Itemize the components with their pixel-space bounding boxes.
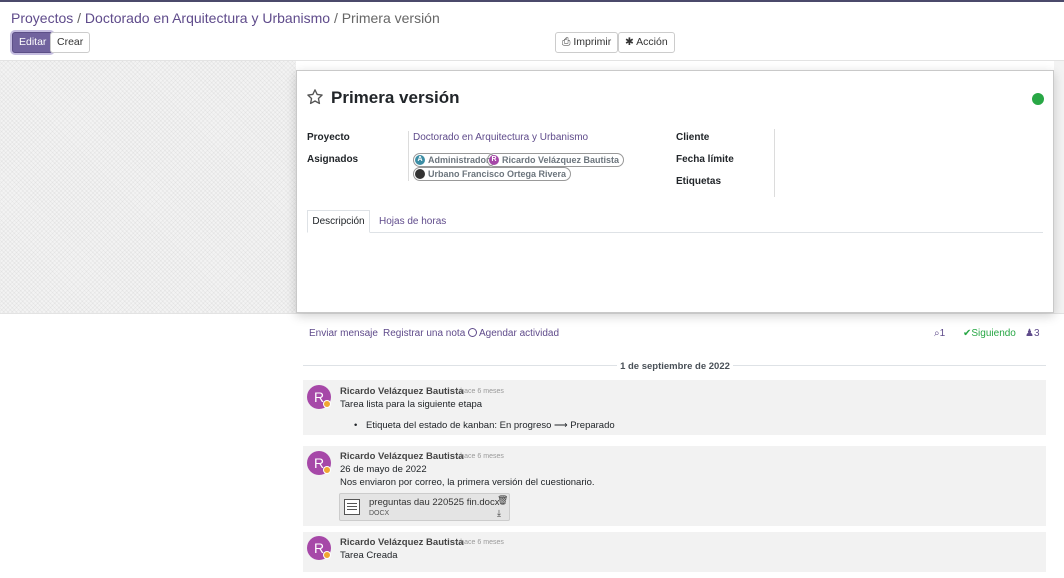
clock-icon <box>468 328 477 337</box>
field-separator <box>774 129 775 197</box>
message-line: Nos enviaron por correo, la primera vers… <box>340 477 595 488</box>
message: R Ricardo Velázquez Bautista - hace 6 me… <box>303 532 1046 572</box>
tracking-value: Etiqueta del estado de kanban: En progre… <box>366 420 615 431</box>
message-line: 26 de mayo de 2022 <box>340 464 427 475</box>
following-button[interactable]: ✔Siguiendo <box>963 328 1016 339</box>
create-button[interactable]: Crear <box>50 32 91 53</box>
breadcrumb-projects[interactable]: Proyectos <box>11 10 73 26</box>
followers-count: 3 <box>1033 328 1040 339</box>
message-date: - hace 6 meses <box>456 388 504 395</box>
tab-timesheets[interactable]: Hojas de horas <box>379 216 446 227</box>
print-label: Imprimir <box>573 36 612 48</box>
action-label: Acción <box>636 36 668 48</box>
assignee-name: Administrador <box>428 154 490 165</box>
message-author[interactable]: Ricardo Velázquez Bautista <box>340 386 464 397</box>
date-separator: 1 de septiembre de 2022 <box>617 361 733 372</box>
trash-icon[interactable]: 🗑 <box>497 495 508 506</box>
control-panel: Proyectos / Doctorado en Arquitectura y … <box>0 2 1064 61</box>
presence-indicator <box>323 551 331 559</box>
star-icon[interactable] <box>306 88 324 106</box>
message-body: Tarea Creada <box>340 550 398 561</box>
form-background <box>0 61 296 313</box>
tags-label: Etiquetas <box>676 176 722 187</box>
download-icon[interactable]: ⤓ <box>497 508 501 519</box>
assignee-tag[interactable]: Urbano Francisco Ortega Rivera <box>413 167 572 181</box>
avatar: R <box>489 155 499 165</box>
avatar: A <box>415 155 425 165</box>
breadcrumb: Proyectos / Doctorado en Arquitectura y … <box>11 10 440 26</box>
message-body: Tarea lista para la siguiente etapa <box>340 399 483 410</box>
breadcrumb-separator: / <box>77 10 82 26</box>
form-sheet: Primera versión Proyecto Doctorado en Ar… <box>296 70 1054 313</box>
project-label: Proyecto <box>307 132 350 143</box>
tracking-bullet: • <box>354 420 358 431</box>
kanban-state-indicator[interactable] <box>1032 93 1044 105</box>
tabs-underline <box>307 232 1043 233</box>
message: R Ricardo Velázquez Bautista - hace 6 me… <box>303 380 1046 435</box>
assignee-tag[interactable]: A Administrador <box>413 153 495 167</box>
schedule-activity-button[interactable]: Agendar actividad <box>468 328 559 339</box>
gear-icon: ✱ <box>625 36 634 48</box>
log-note-button[interactable]: Registrar una nota <box>383 328 465 339</box>
attachments-count: 1 <box>939 328 946 339</box>
attachment-extension: DOCX <box>369 510 390 517</box>
task-title: Primera versión <box>331 88 460 107</box>
project-link[interactable]: Doctorado en Arquitectura y Urbanismo <box>413 132 588 143</box>
send-message-button[interactable]: Enviar mensaje <box>309 328 378 339</box>
breadcrumb-separator: / <box>333 10 338 26</box>
assignee-name: Ricardo Velázquez Bautista <box>502 154 620 165</box>
customer-label: Cliente <box>676 132 710 143</box>
message-date: - hace 6 meses <box>456 453 504 460</box>
attachments-button[interactable]: ⌕1 <box>934 328 945 339</box>
breadcrumb-project[interactable]: Doctorado en Arquitectura y Urbanismo <box>85 10 330 26</box>
breadcrumb-current: Primera versión <box>341 10 440 26</box>
assignees-label: Asignados <box>307 154 359 165</box>
presence-indicator <box>323 400 331 408</box>
deadline-label: Fecha límite <box>676 154 734 165</box>
schedule-activity-label: Agendar actividad <box>479 328 560 339</box>
edit-button[interactable]: Editar <box>12 32 54 53</box>
document-icon <box>344 499 360 515</box>
print-icon: ⎙ <box>562 36 571 48</box>
print-button[interactable]: ⎙ Imprimir <box>555 32 619 53</box>
field-separator <box>408 151 409 181</box>
message-author[interactable]: Ricardo Velázquez Bautista <box>340 451 464 462</box>
following-label: Siguiendo <box>971 328 1016 339</box>
presence-indicator <box>323 466 331 474</box>
avatar <box>415 169 425 179</box>
attachment-name: preguntas dau 220525 fin.docx <box>369 497 500 508</box>
form-chatter-divider <box>0 313 1064 314</box>
message-date: - hace 6 meses <box>456 539 504 546</box>
attachment-card[interactable]: preguntas dau 220525 fin.docx DOCX 🗑 ⤓ <box>339 493 510 521</box>
message-author[interactable]: Ricardo Velázquez Bautista <box>340 537 464 548</box>
followers-button[interactable]: ♟3 <box>1025 328 1040 339</box>
action-button[interactable]: ✱ Acción <box>618 32 675 53</box>
user-icon: ♟ <box>1025 328 1034 339</box>
assignee-tag[interactable]: R Ricardo Velázquez Bautista <box>487 153 625 167</box>
assignee-name: Urbano Francisco Ortega Rivera <box>428 168 567 179</box>
field-separator <box>408 131 409 151</box>
form-background-right <box>1054 61 1064 313</box>
tab-description[interactable]: Descripción <box>307 210 370 233</box>
